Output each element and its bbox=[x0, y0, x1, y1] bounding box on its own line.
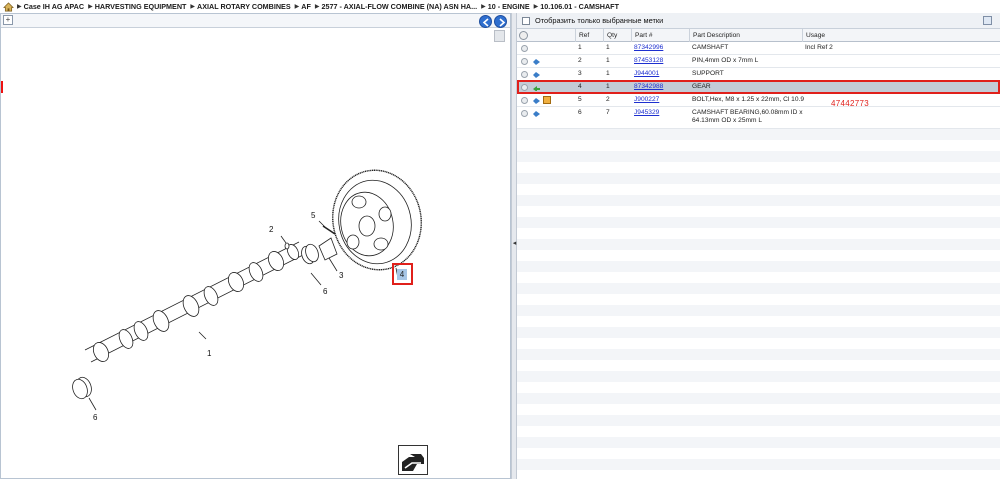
table-row[interactable]: 6 7 J945329 CAMSHAFT BEARING,60.08mm ID x 64… bbox=[517, 107, 1000, 129]
empty-row bbox=[517, 459, 1000, 470]
chevron-right-icon: ▶ bbox=[17, 4, 22, 10]
cell-desc: BOLT,Hex, M8 x 1.25 x 22mm, Cl 10.9 bbox=[692, 96, 805, 103]
breadcrumb-item[interactable]: AF bbox=[301, 2, 311, 11]
empty-row bbox=[517, 393, 1000, 404]
empty-row bbox=[517, 283, 1000, 294]
show-selected-only-checkbox[interactable] bbox=[522, 16, 530, 25]
cell-desc: PIN,4mm OD x 7mm L bbox=[692, 57, 759, 64]
select-row-icon[interactable] bbox=[521, 110, 528, 117]
page-flip-button[interactable] bbox=[398, 445, 428, 475]
select-row-icon[interactable] bbox=[521, 58, 528, 65]
select-row-icon[interactable] bbox=[521, 71, 528, 78]
empty-row bbox=[517, 239, 1000, 250]
chevron-right-icon: ▶ bbox=[314, 4, 320, 10]
cell-desc-continued: 64.13mm OD x 25mm L bbox=[692, 117, 762, 124]
callout-label[interactable]: 6 bbox=[93, 413, 98, 422]
selected-row-highlight bbox=[517, 80, 1000, 94]
settings-icon[interactable] bbox=[519, 31, 528, 40]
part-number-link-text[interactable]: 87453128 bbox=[634, 57, 663, 64]
page-flip-icon bbox=[402, 454, 424, 471]
breadcrumb-item[interactable]: HARVESTING EQUIPMENT bbox=[95, 2, 187, 11]
part-number-link[interactable]: J945329 bbox=[634, 109, 659, 117]
part-number-link-text[interactable]: J900227 bbox=[634, 96, 659, 103]
part-info-icon[interactable] bbox=[532, 58, 540, 65]
select-row-icon[interactable] bbox=[521, 45, 528, 52]
column-header-usage[interactable]: Usage bbox=[802, 29, 1000, 42]
cell-qty: 2 bbox=[606, 96, 610, 103]
cell-ref: 3 bbox=[578, 70, 582, 77]
chevron-right-icon: ▶ bbox=[481, 4, 486, 10]
cell-desc: SUPPORT bbox=[692, 70, 724, 77]
part-number-link-text[interactable]: 87342996 bbox=[634, 44, 663, 51]
cell-qty: 1 bbox=[606, 44, 610, 51]
cell-ref: 1 bbox=[578, 44, 582, 51]
empty-row bbox=[517, 437, 1000, 448]
table-row[interactable]: 5 2 J900227 BOLT,Hex, M8 x 1.25 x 22mm, Cl … bbox=[517, 94, 1000, 107]
callout-label[interactable]: 2 bbox=[269, 225, 274, 234]
table-row[interactable]: 2 1 87453128 PIN,4mm OD x 7mm L bbox=[517, 55, 1000, 68]
empty-row bbox=[517, 349, 1000, 360]
chevron-right-icon: ▶ bbox=[294, 4, 300, 10]
chevron-right-icon: ▶ bbox=[190, 4, 196, 10]
part-number-link[interactable]: J900227 bbox=[634, 96, 659, 104]
callout-label[interactable]: 6 bbox=[323, 287, 328, 296]
annotation-part-number: 47442773 bbox=[831, 99, 869, 108]
callout-label[interactable]: 5 bbox=[311, 211, 316, 220]
cell-qty: 1 bbox=[606, 57, 610, 64]
parts-table-header: Ref Qty Part # Part Description Usage bbox=[517, 29, 1000, 42]
cell-ref: 6 bbox=[578, 109, 582, 116]
column-header-qty[interactable]: Qty bbox=[603, 29, 631, 42]
cell-desc: CAMSHAFT BEARING,60.08mm ID x bbox=[692, 109, 803, 116]
column-header-part-number[interactable]: Part # bbox=[631, 29, 689, 42]
breadcrumb-item[interactable]: 10 - ENGINE bbox=[488, 2, 530, 11]
selected-callout-label[interactable]: 4 bbox=[397, 269, 407, 280]
drawing-panel: + 1 2 3 5 6 6 4 bbox=[0, 13, 511, 479]
part-info-icon[interactable] bbox=[532, 97, 540, 104]
empty-row bbox=[517, 173, 1000, 184]
part-number-link[interactable]: 87453128 bbox=[634, 57, 663, 65]
part-number-link-text[interactable]: J944001 bbox=[634, 70, 659, 77]
empty-row bbox=[517, 305, 1000, 316]
column-header-part-description[interactable]: Part Description bbox=[689, 29, 802, 42]
empty-row bbox=[517, 415, 1000, 426]
parts-list-panel: Отобразить только выбранные метки Ref Qt… bbox=[517, 13, 1000, 479]
export-icon[interactable] bbox=[983, 16, 992, 25]
kit-icon[interactable] bbox=[543, 96, 551, 104]
filter-bar: Отобразить только выбранные метки bbox=[517, 13, 1000, 29]
cell-desc: CAMSHAFT bbox=[692, 44, 729, 51]
table-row[interactable]: 1 1 87342996 CAMSHAFT Incl Ref 2 bbox=[517, 42, 1000, 55]
show-selected-only-label[interactable]: Отобразить только выбранные метки bbox=[535, 16, 663, 25]
empty-row bbox=[517, 371, 1000, 382]
breadcrumb-item-current: 10.106.01 - CAMSHAFT bbox=[540, 2, 619, 11]
cell-qty: 1 bbox=[606, 70, 610, 77]
cell-qty: 7 bbox=[606, 109, 610, 116]
empty-row bbox=[517, 195, 1000, 206]
column-header-ref[interactable]: Ref bbox=[575, 29, 603, 42]
chevron-right-icon: ▶ bbox=[88, 4, 93, 10]
cell-ref: 5 bbox=[578, 96, 582, 103]
breadcrumb: ▶ Case IH AG APAC ▶ HARVESTING EQUIPMENT… bbox=[0, 0, 1000, 13]
breadcrumb-item[interactable]: 2577 - AXIAL-FLOW COMBINE (NA) ASN HA... bbox=[321, 2, 477, 11]
empty-row bbox=[517, 261, 1000, 272]
empty-row bbox=[517, 217, 1000, 228]
part-number-link-text[interactable]: J945329 bbox=[634, 109, 659, 116]
cell-usage: Incl Ref 2 bbox=[805, 44, 833, 51]
camshaft-exploded-drawing: 1 2 3 5 6 6 bbox=[72, 169, 422, 422]
breadcrumb-item[interactable]: Case IH AG APAC bbox=[24, 2, 84, 11]
callout-label[interactable]: 3 bbox=[339, 271, 344, 280]
home-icon[interactable] bbox=[3, 1, 14, 12]
chevron-right-icon: ▶ bbox=[533, 4, 539, 10]
part-info-icon[interactable] bbox=[532, 110, 540, 117]
part-number-link[interactable]: J944001 bbox=[634, 70, 659, 78]
cell-ref: 2 bbox=[578, 57, 582, 64]
empty-row bbox=[517, 327, 1000, 338]
part-number-link[interactable]: 87342996 bbox=[634, 44, 663, 52]
empty-row bbox=[517, 129, 1000, 140]
empty-row bbox=[517, 151, 1000, 162]
callout-label[interactable]: 1 bbox=[207, 349, 212, 358]
breadcrumb-item[interactable]: AXIAL ROTARY COMBINES bbox=[197, 2, 291, 11]
part-info-icon[interactable] bbox=[532, 71, 540, 78]
select-row-icon[interactable] bbox=[521, 97, 528, 104]
